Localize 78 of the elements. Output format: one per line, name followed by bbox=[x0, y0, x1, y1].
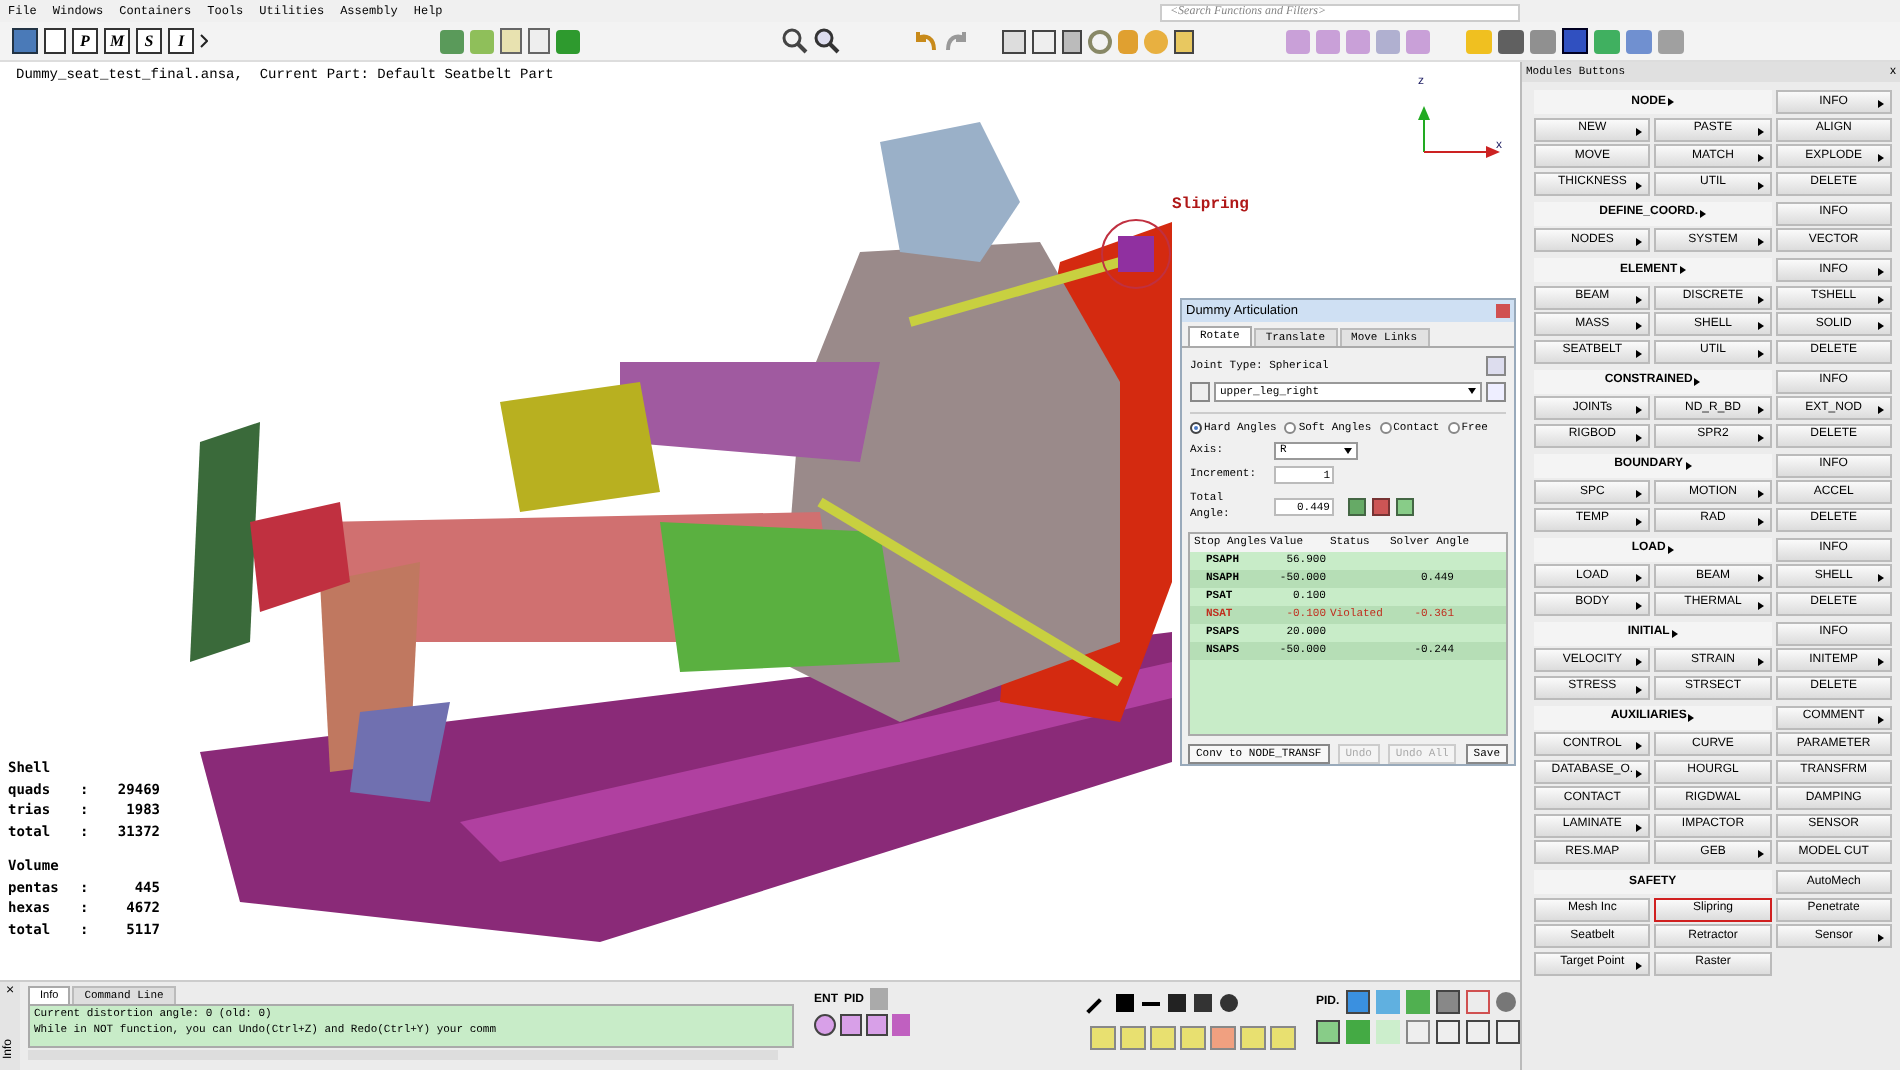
submenu-arrow-icon bbox=[1757, 601, 1764, 609]
shape-icon[interactable] bbox=[866, 1014, 888, 1036]
submenu-arrow-icon bbox=[1636, 490, 1643, 498]
submenu-arrow-icon bbox=[1877, 658, 1884, 666]
caret-icon bbox=[1468, 388, 1476, 395]
submenu-arrow-icon bbox=[1877, 154, 1884, 162]
letter-button[interactable]: M bbox=[104, 28, 130, 54]
callout-label: Slipring bbox=[1172, 194, 1249, 218]
submenu-arrow-icon bbox=[1757, 127, 1764, 135]
submenu-arrow-icon bbox=[1757, 349, 1764, 357]
search-icon[interactable] bbox=[814, 28, 840, 54]
submenu-arrow-icon bbox=[1877, 574, 1884, 582]
zoom-icon[interactable] bbox=[782, 28, 808, 54]
submenu-arrow-icon bbox=[1877, 268, 1884, 276]
letter-button[interactable]: S bbox=[136, 28, 162, 54]
close-icon[interactable] bbox=[1496, 303, 1510, 318]
submenu-arrow-icon bbox=[1757, 322, 1764, 330]
axis-triad-icon bbox=[1418, 106, 1500, 158]
submenu-arrow-icon bbox=[1757, 295, 1764, 303]
submenu-arrow-icon bbox=[1757, 181, 1764, 189]
submenu-arrow-icon bbox=[1636, 181, 1643, 189]
chevron-icon[interactable] bbox=[200, 34, 208, 48]
submenu-arrow-icon bbox=[1757, 574, 1764, 582]
caret-icon bbox=[1344, 448, 1352, 455]
submenu-arrow-icon bbox=[1636, 127, 1643, 135]
submenu-arrow-icon bbox=[1671, 629, 1678, 637]
submenu-arrow-icon bbox=[1757, 406, 1764, 414]
radio-button[interactable] bbox=[1190, 421, 1202, 434]
submenu-arrow-icon bbox=[1636, 742, 1643, 750]
submenu-arrow-icon bbox=[1757, 490, 1764, 498]
submenu-arrow-icon bbox=[1636, 295, 1643, 303]
shape-icon[interactable] bbox=[1270, 1026, 1296, 1050]
radio-button[interactable] bbox=[1379, 421, 1392, 434]
redo-icon[interactable] bbox=[944, 28, 970, 54]
submenu-arrow-icon bbox=[1757, 658, 1764, 666]
submenu-arrow-icon bbox=[1636, 517, 1643, 525]
submenu-arrow-icon bbox=[1877, 406, 1884, 414]
submenu-arrow-icon bbox=[1636, 406, 1643, 414]
submenu-arrow-icon bbox=[1636, 658, 1643, 666]
submenu-arrow-icon bbox=[1877, 934, 1884, 942]
submenu-arrow-icon bbox=[1636, 601, 1643, 609]
letter-button[interactable]: P bbox=[72, 28, 98, 54]
shape-icon[interactable] bbox=[840, 1014, 862, 1036]
submenu-arrow-icon bbox=[1679, 266, 1686, 274]
undo-icon[interactable] bbox=[912, 28, 938, 54]
shape-icon[interactable] bbox=[1180, 1026, 1206, 1050]
letter-button[interactable]: I bbox=[168, 28, 194, 54]
shape-icon[interactable] bbox=[1120, 1026, 1146, 1050]
submenu-arrow-icon bbox=[1688, 713, 1695, 721]
submenu-arrow-icon bbox=[1636, 322, 1643, 330]
submenu-arrow-icon bbox=[1636, 433, 1643, 441]
shape-icon[interactable] bbox=[1150, 1026, 1176, 1050]
submenu-arrow-icon bbox=[1700, 209, 1706, 217]
submenu-arrow-icon bbox=[1757, 517, 1764, 525]
submenu-arrow-icon bbox=[1636, 685, 1643, 693]
submenu-arrow-icon bbox=[1636, 961, 1643, 969]
submenu-arrow-icon bbox=[1685, 461, 1692, 469]
submenu-arrow-icon bbox=[1877, 322, 1884, 330]
submenu-arrow-icon bbox=[1636, 574, 1643, 582]
3d-viewport[interactable] bbox=[0, 62, 1520, 980]
submenu-arrow-icon bbox=[1877, 100, 1884, 108]
submenu-arrow-icon bbox=[1636, 823, 1643, 831]
submenu-arrow-icon bbox=[1636, 238, 1643, 246]
submenu-arrow-icon bbox=[1757, 238, 1764, 246]
submenu-arrow-icon bbox=[1668, 98, 1674, 106]
scrollbar[interactable] bbox=[28, 1050, 778, 1060]
submenu-arrow-icon bbox=[1636, 769, 1643, 777]
submenu-arrow-icon bbox=[1757, 433, 1764, 441]
radio-button[interactable] bbox=[1447, 421, 1460, 434]
submenu-arrow-icon bbox=[1877, 715, 1884, 723]
submenu-arrow-icon bbox=[1667, 545, 1674, 553]
submenu-arrow-icon bbox=[1757, 154, 1764, 162]
submenu-arrow-icon bbox=[1636, 349, 1643, 357]
radio-button[interactable] bbox=[1284, 421, 1297, 434]
submenu-arrow-icon bbox=[1694, 377, 1701, 385]
shape-icon[interactable] bbox=[1240, 1026, 1266, 1050]
submenu-arrow-icon bbox=[1877, 295, 1884, 303]
submenu-arrow-icon bbox=[1757, 850, 1764, 858]
